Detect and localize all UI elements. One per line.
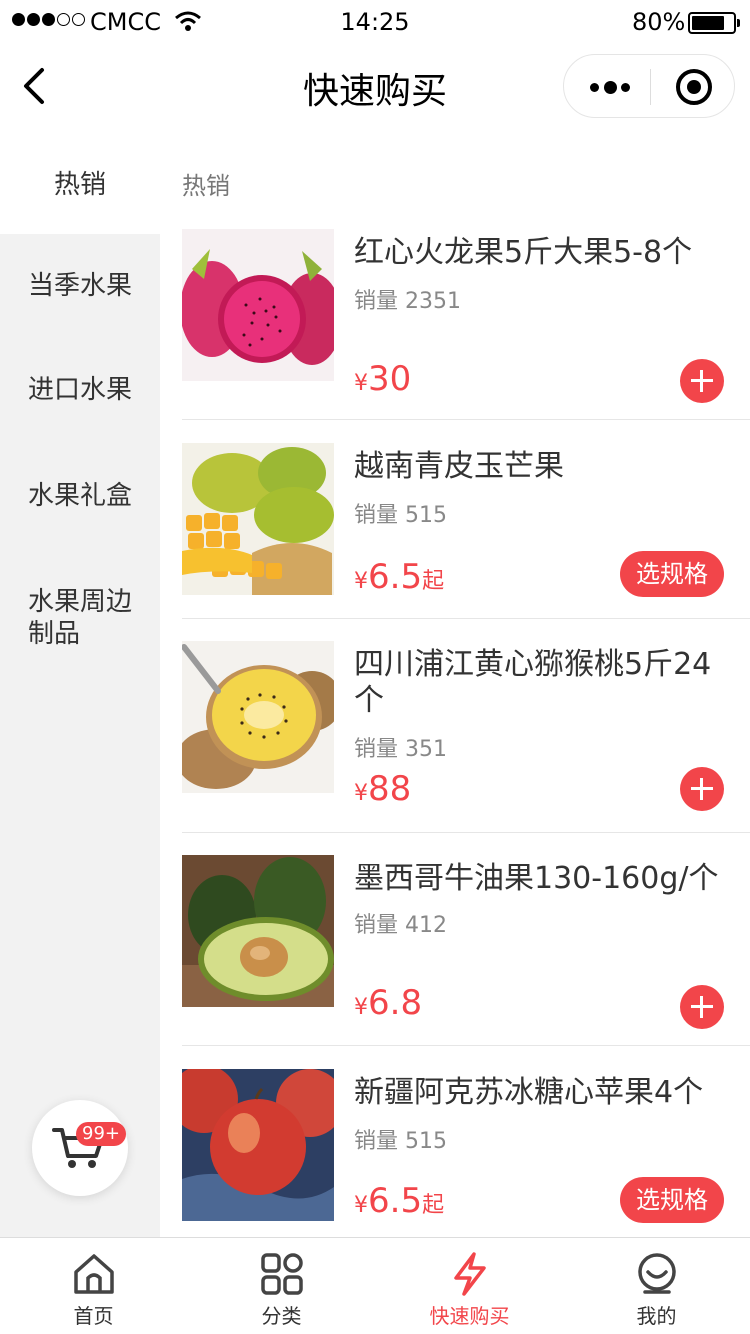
capsule-divider [650, 69, 651, 105]
grid-icon [261, 1253, 303, 1295]
category-sidebar: 当季水果 进口水果 水果礼盒 水果周边制品 [0, 234, 160, 1238]
product-item[interactable]: 红心火龙果5斤大果5-8个 销量 2351 ¥30 [182, 229, 750, 419]
product-item[interactable]: 四川浦江黄心猕猴桃5斤24个 销量 351 ¥88 [182, 641, 750, 833]
tab-profile[interactable]: 我的 [563, 1238, 750, 1334]
divider [182, 419, 750, 420]
sidebar-item-gift-box[interactable]: 水果礼盒 [28, 480, 148, 512]
add-to-cart-button[interactable] [680, 985, 724, 1029]
product-item[interactable]: 墨西哥牛油果130-160g/个 销量 412 ¥6.8 [182, 855, 750, 1045]
product-name: 越南青皮玉芒果 [354, 449, 564, 484]
tab-label: 快速购买 [429, 1304, 510, 1328]
mini-program-capsule [563, 54, 735, 118]
select-spec-button[interactable]: 选规格 [620, 1177, 724, 1223]
status-bar: CMCC 14:25 80% [0, 0, 750, 44]
product-name: 红心火龙果5斤大果5-8个 [354, 235, 693, 270]
divider [182, 1045, 750, 1046]
product-sales: 销量 515 [354, 1129, 448, 1154]
product-sales: 销量 351 [354, 737, 448, 762]
sidebar-item-imported[interactable]: 进口水果 [28, 374, 148, 406]
cart-count-badge: 99+ [76, 1122, 126, 1146]
product-price: ¥6.8 [354, 983, 423, 1023]
sidebar-item-hot[interactable]: 热销 [0, 130, 160, 234]
sidebar-item-seasonal[interactable]: 当季水果 [28, 270, 148, 302]
product-image [182, 855, 334, 1007]
more-icon[interactable] [590, 77, 630, 97]
tab-category[interactable]: 分类 [188, 1238, 375, 1334]
divider [182, 618, 750, 619]
product-name: 新疆阿克苏冰糖心苹果4个 [354, 1075, 704, 1110]
tab-home[interactable]: 首页 [0, 1238, 187, 1334]
product-item[interactable]: 越南青皮玉芒果 销量 515 ¥6.5起 选规格 [182, 443, 750, 619]
section-title: 热销 [182, 172, 230, 200]
product-sales: 销量 412 [354, 913, 448, 938]
product-image [182, 229, 334, 381]
divider [182, 832, 750, 833]
product-image [182, 443, 334, 595]
product-image [182, 1069, 334, 1221]
add-to-cart-button[interactable] [680, 767, 724, 811]
product-price: ¥6.5起 [354, 1181, 445, 1221]
add-to-cart-button[interactable] [680, 359, 724, 403]
nav-bar: 快速购买 [0, 44, 750, 130]
product-price: ¥6.5起 [354, 557, 445, 597]
user-icon [638, 1253, 676, 1294]
product-item[interactable]: 新疆阿克苏冰糖心苹果4个 销量 515 ¥6.5起 选规格 [182, 1069, 750, 1237]
product-sales: 销量 515 [354, 503, 448, 528]
product-price: ¥88 [354, 769, 412, 809]
product-price: ¥30 [354, 359, 412, 399]
battery-percent: 80% [632, 8, 686, 36]
product-name: 四川浦江黄心猕猴桃5斤24个 [354, 647, 712, 718]
tab-bar: 首页 分类 快速购买 我的 [0, 1237, 750, 1334]
product-name: 墨西哥牛油果130-160g/个 [354, 861, 719, 896]
close-target-icon[interactable] [676, 69, 712, 105]
floating-cart-button[interactable]: 99+ [32, 1100, 128, 1196]
select-spec-button[interactable]: 选规格 [620, 551, 724, 597]
sidebar-item-products[interactable]: 水果周边制品 [28, 586, 138, 650]
lightning-icon [454, 1252, 486, 1296]
tab-quick-buy[interactable]: 快速购买 [376, 1238, 563, 1334]
home-icon [74, 1254, 114, 1294]
product-sales: 销量 2351 [354, 289, 462, 314]
tab-label: 分类 [261, 1304, 302, 1328]
tab-label: 首页 [73, 1304, 114, 1328]
sidebar-item-label: 热销 [53, 170, 106, 200]
product-image [182, 641, 334, 793]
battery-icon [688, 12, 740, 34]
tab-label: 我的 [636, 1304, 677, 1328]
